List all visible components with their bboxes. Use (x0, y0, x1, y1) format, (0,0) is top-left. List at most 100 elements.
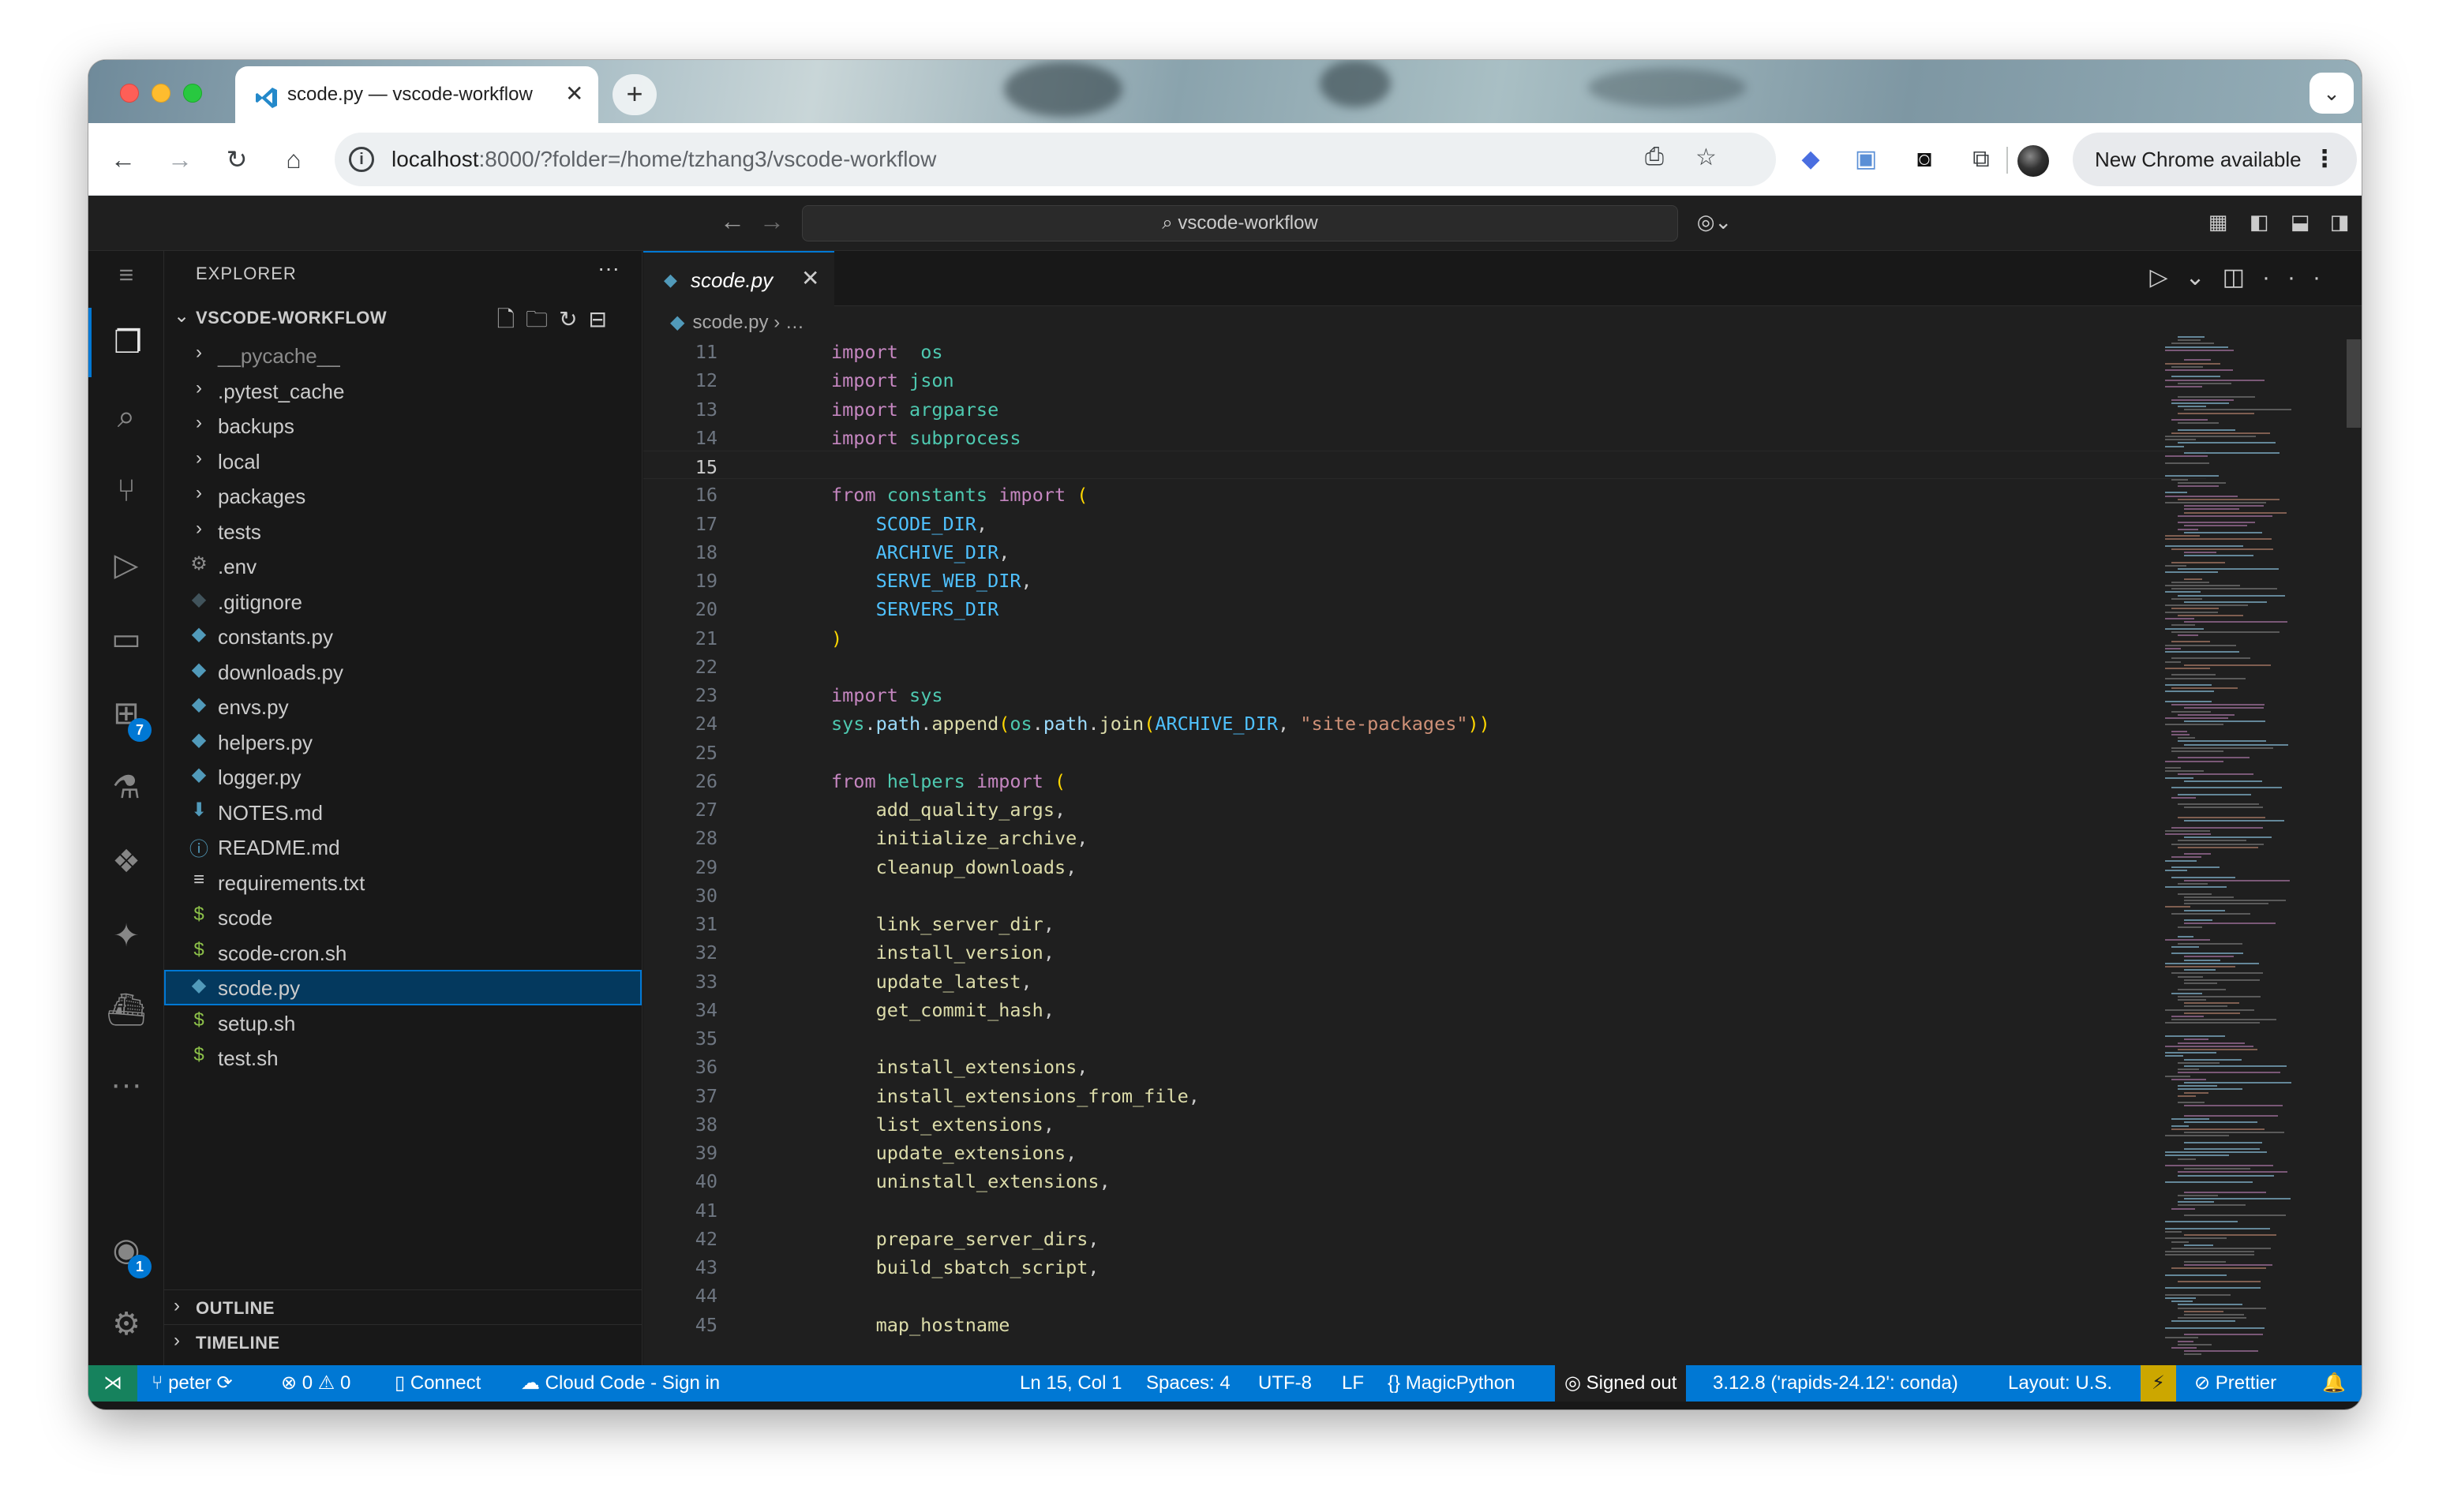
no-broadcast-icon[interactable]: ⚡ (2141, 1365, 2176, 1402)
tab-search-chevron-icon[interactable]: ⌄ (2310, 73, 2354, 114)
forward-arrow-icon[interactable]: → (164, 144, 196, 175)
new-chrome-available-button[interactable]: New Chrome available ⋮ (2073, 133, 2357, 186)
split-editor-icon[interactable]: ◫ (2223, 264, 2262, 290)
testing-flask-icon[interactable]: ⚗ (88, 753, 164, 822)
file-item[interactable]: ◆ downloads.py (164, 654, 642, 690)
timeline-section[interactable]: › TIMELINE (164, 1324, 642, 1359)
code-line[interactable]: 26 from helpers import ( (643, 765, 2206, 794)
docker-icon[interactable]: ⛴ (88, 975, 164, 1045)
copilot-signed-out-status[interactable]: ◎ Signed out (1555, 1365, 1687, 1402)
gitlens-icon[interactable]: ❖ (88, 827, 164, 896)
vertical-scrollbar[interactable] (2347, 339, 2361, 428)
refresh-icon[interactable]: ↻ (559, 307, 588, 331)
run-python-icon[interactable]: ▷⌄ (2149, 264, 2222, 290)
code-line[interactable]: 31 link_server_dir, (643, 908, 2206, 937)
code-line[interactable]: 18 ARCHIVE_DIR, (643, 537, 2206, 565)
file-item[interactable]: ◆ constants.py (164, 619, 642, 654)
code-line[interactable]: 32 install_version, (643, 937, 2206, 965)
file-item[interactable]: ⬇ NOTES.md (164, 795, 642, 830)
folder-item[interactable]: › packages (164, 478, 642, 514)
code-line[interactable]: 11 import os (643, 336, 2206, 365)
indentation-status[interactable]: Spaces: 4 (1146, 1365, 1231, 1402)
nav-back-icon[interactable]: ← (720, 207, 745, 236)
language-status[interactable]: {} MagicPython (1388, 1365, 1515, 1402)
file-item[interactable]: ◆ helpers.py (164, 724, 642, 760)
file-item[interactable]: ◆ .gitignore (164, 584, 642, 619)
code-line[interactable]: 42 prepare_server_dirs, (643, 1223, 2206, 1252)
code-line[interactable]: 20 SERVERS_DIR (643, 593, 2206, 622)
code-line[interactable]: 25 (643, 737, 2206, 765)
code-line[interactable]: 38 list_extensions, (643, 1109, 2206, 1137)
close-tab-icon[interactable]: ✕ (801, 265, 819, 291)
explorer-more-icon[interactable]: ··· (598, 256, 620, 281)
window-zoom-button[interactable] (183, 84, 202, 103)
breadcrumb[interactable]: ◆ scode.py › … (670, 311, 804, 334)
accounts-icon[interactable]: ◉ 1 (88, 1215, 164, 1285)
install-app-icon[interactable]: ⎙ (1645, 144, 1664, 170)
code-line[interactable]: 17 SCODE_DIR, (643, 508, 2206, 537)
collapse-all-icon[interactable]: ⊟ (589, 307, 618, 331)
address-bar[interactable]: i localhost:8000/?folder=/home/tzhang3/v… (335, 133, 1776, 186)
code-line[interactable]: 21) (643, 623, 2206, 651)
file-item[interactable]: ⓘ README.md (164, 829, 642, 865)
toggle-secondary-sidebar-icon[interactable]: ◨ (2325, 210, 2354, 237)
extension-picture-icon[interactable]: ▣ (1849, 142, 1883, 177)
code-line[interactable]: 45 map_hostname (643, 1309, 2206, 1338)
notifications-bell-icon[interactable]: 🔔 (2322, 1365, 2346, 1402)
branch-status[interactable]: ⑂ peter ⟳ (152, 1365, 233, 1402)
extension-diamond-icon[interactable]: ◆ (1793, 142, 1828, 177)
file-item[interactable]: $ test.sh (164, 1040, 642, 1076)
connect-status[interactable]: ▯ Connect (395, 1365, 481, 1402)
code-line[interactable]: 33 update_latest, (643, 966, 2206, 994)
window-minimize-button[interactable] (152, 84, 170, 103)
gemini-sparkle-icon[interactable]: ✦ (88, 901, 164, 971)
eol-status[interactable]: LF (1342, 1365, 1364, 1402)
explorer-actions[interactable]: 🗋🗀↻⊟ (497, 303, 618, 341)
code-line[interactable]: 14 import subprocess (643, 422, 2206, 451)
profile-avatar[interactable] (2017, 145, 2049, 177)
customize-layout-icon[interactable]: ▦ (2204, 210, 2232, 237)
chrome-menu-icon[interactable]: ⋮ (2313, 133, 2336, 186)
cursor-position[interactable]: Ln 15, Col 1 (1020, 1365, 1122, 1402)
code-line[interactable]: 16 from constants import ( (643, 479, 2206, 507)
extension-glasses-icon[interactable]: ◙ (1907, 142, 1942, 177)
code-line[interactable]: 23 import sys (643, 679, 2206, 708)
new-tab-button[interactable]: + (612, 74, 657, 115)
nav-forward-icon[interactable]: → (759, 207, 785, 236)
encoding-status[interactable]: UTF-8 (1258, 1365, 1312, 1402)
file-item[interactable]: $ scode (164, 900, 642, 935)
run-debug-icon[interactable]: ▷ (88, 530, 164, 600)
remote-indicator-icon[interactable]: ⋊ (88, 1365, 137, 1402)
workspace-header[interactable]: ⌄ VSCODE-WORKFLOW 🗋🗀↻⊟ (164, 300, 642, 335)
new-file-icon[interactable]: 🗋 (497, 307, 526, 331)
menu-hamburger-icon[interactable]: ≡ (88, 251, 164, 298)
code-line[interactable]: 24 sys.path.append(os.path.join(ARCHIVE_D… (643, 708, 2206, 736)
more-views-icon[interactable]: ··· (88, 1050, 164, 1119)
bookmark-star-icon[interactable]: ☆ (1695, 144, 1717, 171)
problems-status[interactable]: ⊗ 0 ⚠ 0 (281, 1365, 350, 1402)
folder-item[interactable]: › tests (164, 514, 642, 549)
code-line[interactable]: 29 cleanup_downloads, (643, 851, 2206, 880)
browser-tab-active[interactable]: scode.py — vscode-workflow ✕ (235, 66, 598, 123)
extensions-icon[interactable]: ⊞ 7 (88, 679, 164, 748)
code-line[interactable]: 43 build_sbatch_script, (643, 1252, 2206, 1280)
explorer-files-icon[interactable]: ❐ (88, 308, 164, 377)
code-line[interactable]: 36 install_extensions, (643, 1051, 2206, 1080)
reload-icon[interactable]: ↻ (221, 144, 253, 175)
new-folder-icon[interactable]: 🗀 (526, 307, 559, 331)
code-line[interactable]: 19 SERVE_WEB_DIR, (643, 565, 2206, 593)
toggle-sidebar-icon[interactable]: ◧ (2245, 210, 2273, 237)
code-line[interactable]: 30 (643, 880, 2206, 908)
source-control-icon[interactable]: ⑂ (88, 456, 164, 526)
folder-item[interactable]: › backups (164, 408, 642, 443)
outline-section[interactable]: › OUTLINE (164, 1289, 642, 1324)
editor-tab-scode-py[interactable]: ◆ scode.py ✕ (643, 251, 834, 306)
folder-item[interactable]: › __pycache__ (164, 338, 642, 373)
file-item[interactable]: ⚙ .env (164, 548, 642, 584)
code-line[interactable]: 22 (643, 651, 2206, 679)
code-line[interactable]: 39 update_extensions, (643, 1137, 2206, 1166)
code-line[interactable]: 13 import argparse (643, 394, 2206, 422)
command-center[interactable]: ⌕ vscode-workflow (802, 205, 1678, 241)
tab-close-icon[interactable]: ✕ (565, 80, 583, 107)
code-line[interactable]: 27 add_quality_args, (643, 794, 2206, 822)
